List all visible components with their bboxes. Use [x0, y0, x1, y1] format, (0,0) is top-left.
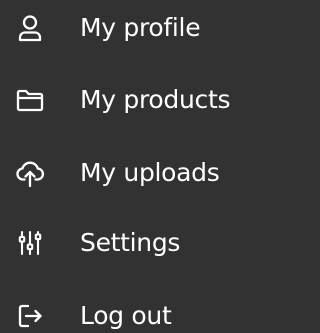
- menu-item-my-profile[interactable]: My profile: [0, 0, 253, 56]
- menu-item-my-products[interactable]: My products: [0, 72, 253, 128]
- menu-item-label: My products: [80, 85, 231, 114]
- sliders-icon: [14, 227, 46, 259]
- menu-item-settings[interactable]: Settings: [0, 215, 253, 271]
- user-menu: My profile My products My uploads Settin…: [0, 0, 253, 333]
- menu-item-label: Log out: [80, 301, 172, 330]
- user-icon: [14, 12, 46, 44]
- menu-item-label: My uploads: [80, 158, 220, 187]
- menu-item-my-uploads[interactable]: My uploads: [0, 145, 253, 201]
- folder-icon: [14, 84, 46, 116]
- logout-icon: [14, 300, 46, 332]
- menu-item-log-out[interactable]: Log out: [0, 288, 253, 333]
- cloud-upload-icon: [14, 157, 46, 189]
- menu-item-label: Settings: [80, 228, 181, 257]
- menu-item-label: My profile: [80, 13, 201, 42]
